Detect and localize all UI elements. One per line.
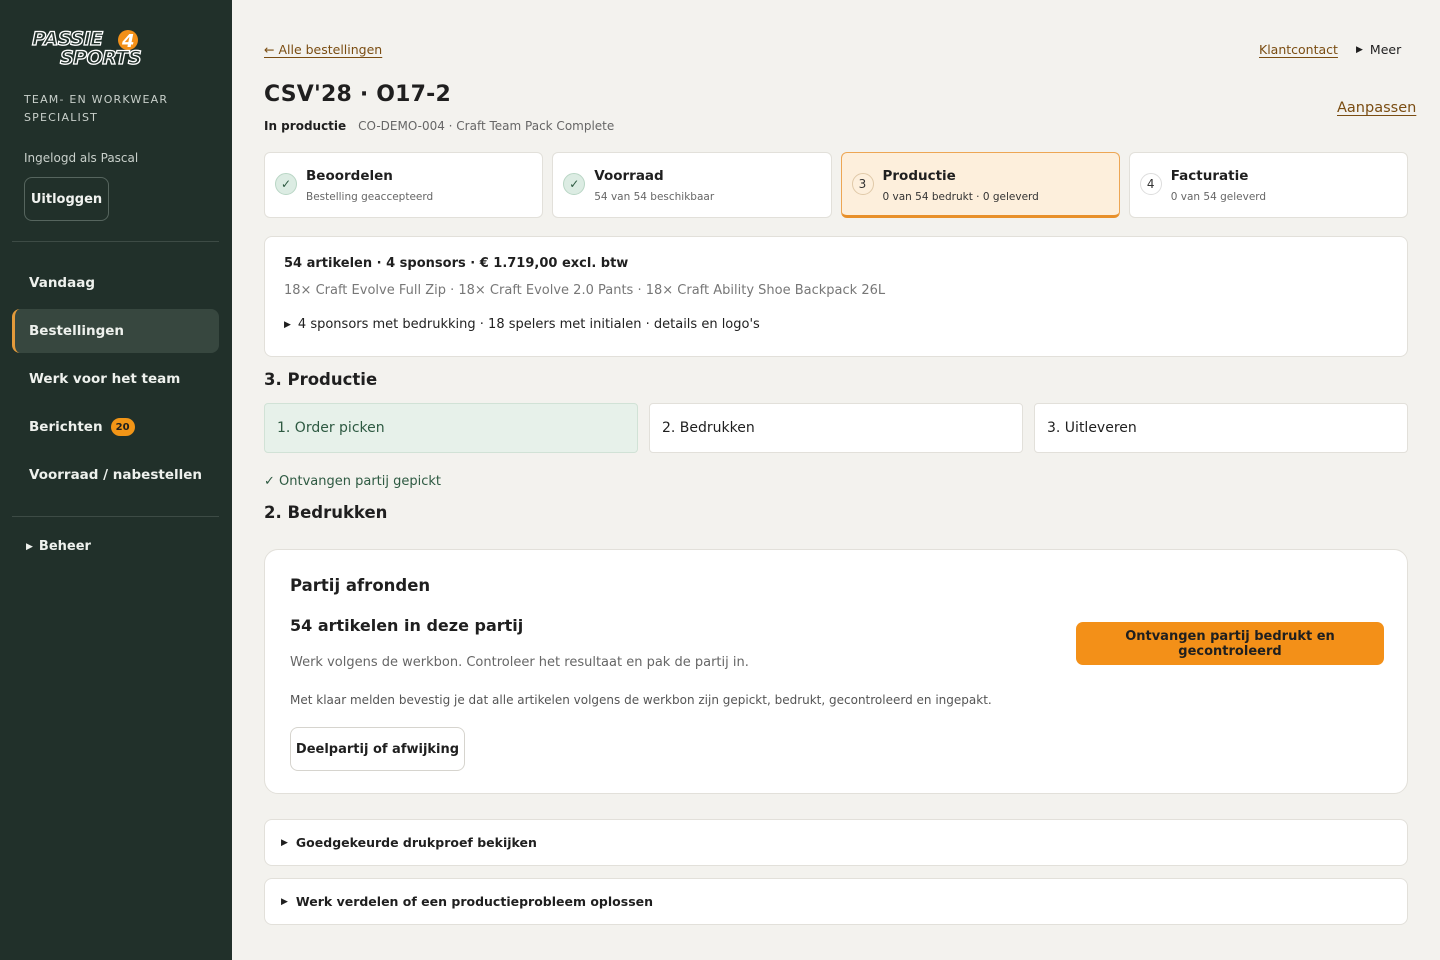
check-icon: ✓	[275, 173, 297, 195]
logout-button[interactable]: Uitloggen	[24, 177, 109, 221]
tagline: TEAM- EN WORKWEAR SPECIALIST	[24, 93, 169, 124]
step-label: Facturatie	[1170, 168, 1249, 184]
nav-item-berichten[interactable]: Berichten 20	[12, 405, 219, 449]
collapsible-werk-verdelen[interactable]: ▶ Werk verdelen of een productieprobleem…	[264, 878, 1408, 925]
nav-item-bestellingen[interactable]: Bestellingen	[12, 309, 219, 353]
page-title: CSV'28 · O17-2	[264, 82, 452, 107]
picked-confirmation: ✓ Ontvangen partij gepickt	[264, 474, 442, 489]
subtab-bedrukken[interactable]: 2. Bedrukken	[649, 403, 1023, 453]
nav-item-werk-voor-het-team[interactable]: Werk voor het team	[12, 357, 219, 401]
beheer-toggle[interactable]: ▶ Beheer	[26, 539, 91, 554]
collapsible-label: Werk verdelen of een productieprobleem o…	[295, 894, 654, 909]
step-productie[interactable]: 3 Productie 0 van 54 bedrukt · 0 gelever…	[840, 152, 1120, 218]
batch-item-count: 54 artikelen in deze partij	[290, 616, 524, 635]
sidebar-divider	[12, 516, 219, 517]
nav-item-vandaag[interactable]: Vandaag	[12, 261, 219, 305]
nav-item-label: Berichten	[29, 419, 103, 435]
summary-items: 18× Craft Evolve Full Zip · 18× Craft Ev…	[284, 283, 886, 298]
caret-right-icon: ▶	[26, 541, 33, 552]
collapsible-drukproef[interactable]: ▶ Goedgekeurde drukproef bekijken	[264, 819, 1408, 866]
caret-right-icon: ▶	[281, 837, 288, 848]
passie4sports-logo[interactable]: PASSIE 4 SPORTS	[30, 26, 170, 68]
instruction-text: Werk volgens de werkbon. Controleer het …	[290, 655, 749, 670]
check-icon: ✓	[563, 173, 586, 195]
section-title-bedrukken: 2. Bedrukken	[264, 503, 388, 522]
caret-right-icon: ▶	[1356, 44, 1363, 55]
order-reference: CO-DEMO-004 · Craft Team Pack Complete	[358, 119, 615, 133]
sidebar: PASSIE 4 SPORTS TEAM- EN WORKWEAR SPECIA…	[0, 0, 232, 960]
nav-item-voorraad[interactable]: Voorraad / nabestellen	[12, 453, 219, 497]
step-voorraad[interactable]: ✓ Voorraad 54 van 54 beschikbaar	[552, 152, 832, 218]
mark-batch-printed-button[interactable]: Ontvangen partij bedrukt en gecontroleer…	[1076, 622, 1384, 665]
step-label: Productie	[882, 168, 956, 184]
logged-in-user: Ingelogd als Pascal	[24, 151, 139, 165]
confirmation-note: Met klaar melden bevestig je dat alle ar…	[290, 693, 992, 707]
step-number: 4	[1139, 173, 1162, 195]
step-facturatie[interactable]: 4 Facturatie 0 van 54 geleverd	[1128, 152, 1408, 218]
step-beoordelen[interactable]: ✓ Beoordelen Bestelling geaccepteerd	[264, 152, 544, 218]
order-progress-steps: ✓ Beoordelen Bestelling geaccepteerd ✓ V…	[264, 152, 1408, 218]
unread-count-badge: 20	[110, 418, 135, 436]
card-title: Partij afronden	[290, 576, 431, 595]
order-status: In productie	[264, 119, 347, 133]
nav-item-label: Werk voor het team	[29, 371, 181, 387]
summary-details-label: 4 sponsors met bedrukking · 18 spelers m…	[297, 317, 760, 332]
meer-label: Meer	[1369, 42, 1402, 57]
summary-details-toggle[interactable]: ▶ 4 sponsors met bedrukking · 18 spelers…	[284, 317, 760, 332]
partial-batch-button[interactable]: Deelpartij of afwijking	[290, 727, 465, 771]
step-status: 0 van 54 geleverd	[1170, 191, 1267, 203]
summary-headline: 54 artikelen · 4 sponsors · € 1.719,00 e…	[284, 256, 629, 271]
caret-right-icon: ▶	[281, 896, 288, 907]
subtab-order-picken[interactable]: 1. Order picken	[264, 403, 638, 453]
step-label: Voorraad	[594, 168, 664, 184]
step-status: 54 van 54 beschikbaar	[594, 191, 715, 203]
step-status: 0 van 54 bedrukt · 0 geleverd	[882, 191, 1039, 203]
order-meta: In productie CO-DEMO-004 · Craft Team Pa…	[264, 119, 614, 133]
nav-item-label: Bestellingen	[29, 323, 125, 339]
sidebar-divider	[12, 241, 219, 242]
beheer-label: Beheer	[38, 539, 91, 554]
subtab-uitleveren[interactable]: 3. Uitleveren	[1034, 403, 1408, 453]
batch-completion-card: Partij afronden 54 artikelen in deze par…	[264, 549, 1408, 794]
step-number: 3	[851, 173, 874, 195]
aanpassen-link[interactable]: Aanpassen	[1337, 100, 1416, 116]
order-summary-card: 54 artikelen · 4 sponsors · € 1.719,00 e…	[264, 236, 1408, 357]
klantcontact-link[interactable]: Klantcontact	[1259, 42, 1338, 57]
step-status: Bestelling geaccepteerd	[306, 191, 434, 203]
section-title-productie: 3. Productie	[264, 370, 378, 389]
back-to-orders-link[interactable]: ← Alle bestellingen	[264, 42, 382, 57]
nav-item-label: Voorraad / nabestellen	[29, 467, 202, 483]
production-subtabs: 1. Order picken 2. Bedrukken 3. Uitlever…	[264, 403, 1408, 453]
collapsible-label: Goedgekeurde drukproef bekijken	[295, 835, 537, 850]
nav-item-label: Vandaag	[29, 275, 95, 291]
meer-menu-toggle[interactable]: ▶ Meer	[1356, 42, 1401, 57]
caret-right-icon: ▶	[284, 319, 291, 330]
step-label: Beoordelen	[306, 168, 393, 184]
logo-text-bottom: SPORTS	[60, 47, 141, 68]
